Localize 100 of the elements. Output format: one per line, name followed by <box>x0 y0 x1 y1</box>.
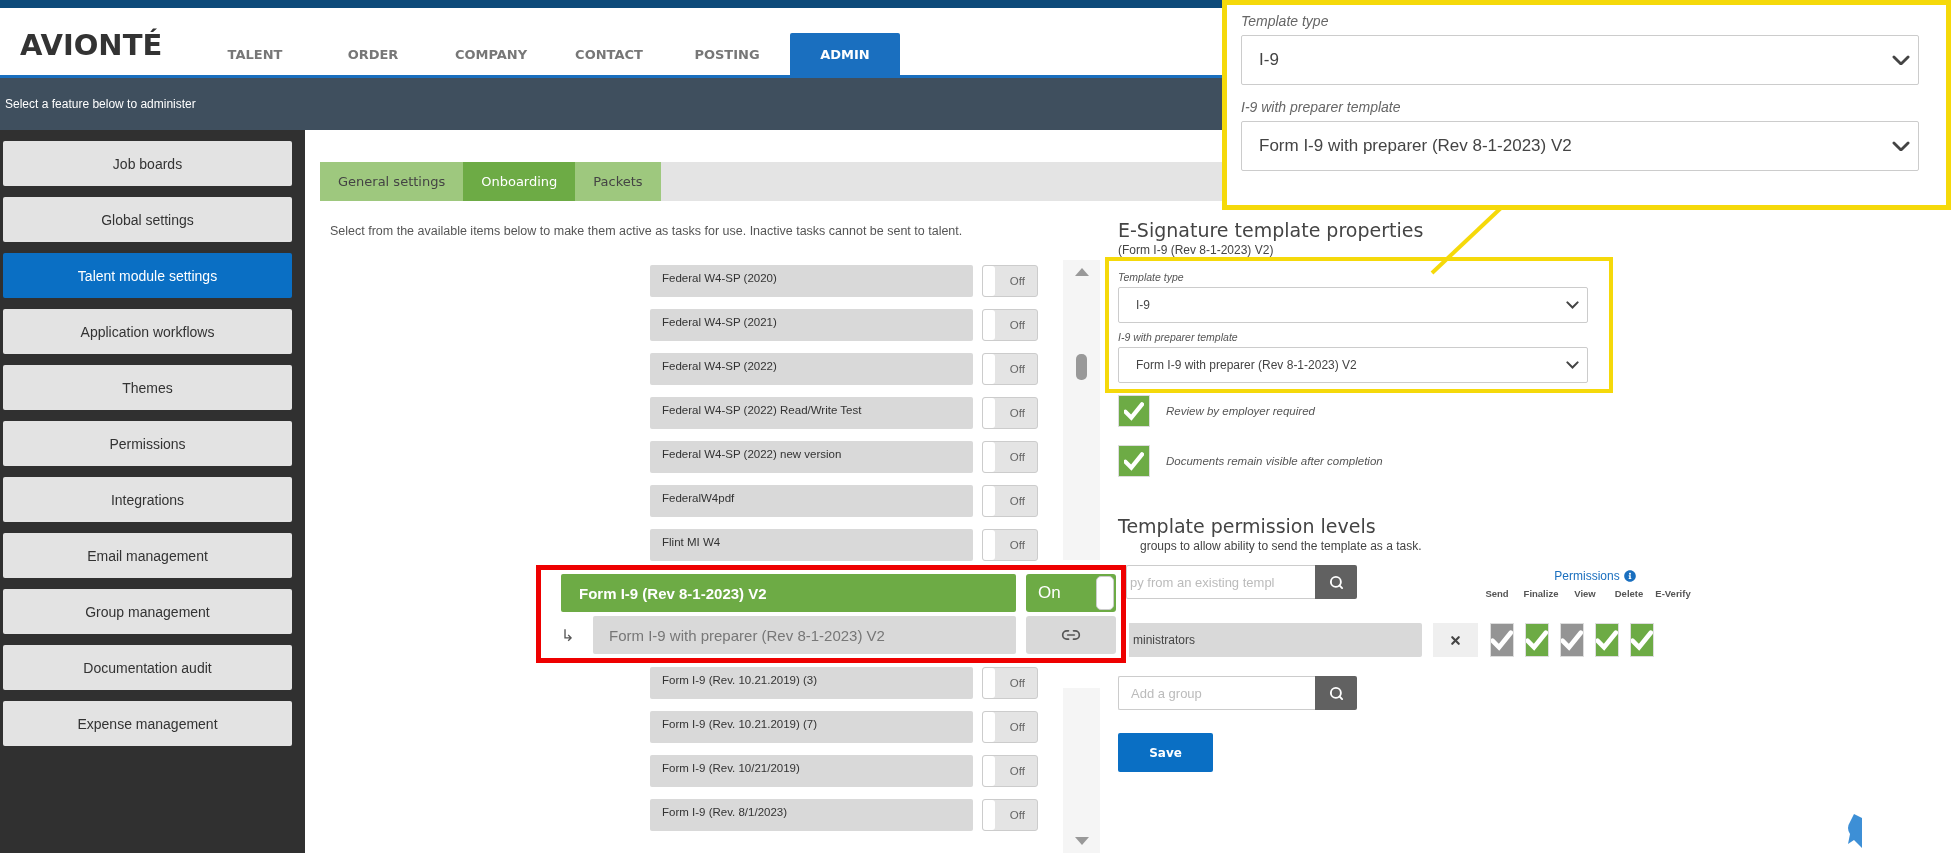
toggle-switch[interactable]: Off <box>982 711 1038 743</box>
chevron-down-icon <box>1892 140 1910 152</box>
check-icon <box>1631 629 1653 651</box>
subheader-text: Select a feature below to administer <box>5 97 196 111</box>
permission-checkbox[interactable] <box>1560 623 1584 657</box>
chevron-down-icon <box>1566 301 1579 309</box>
section-title: Template permission levels <box>1118 515 1377 537</box>
toggle-switch[interactable]: Off <box>982 485 1038 517</box>
toggle-switch[interactable]: Off <box>982 397 1038 429</box>
toggle-switch[interactable]: Off <box>982 309 1038 341</box>
link-button[interactable] <box>1026 616 1116 654</box>
scrollbar[interactable] <box>1063 260 1100 560</box>
group-name: ministrators <box>1129 623 1422 657</box>
tab[interactable]: Packets <box>575 162 661 201</box>
tab[interactable]: General settings <box>320 162 464 201</box>
checkbox-label: Documents remain visible after completion <box>1166 455 1383 467</box>
task-item[interactable]: Form I-9 (Rev. 10.21.2019) (7) <box>650 711 973 743</box>
check-icon <box>1124 451 1144 471</box>
mascot-icon <box>1846 814 1862 850</box>
column-label: View <box>1574 587 1596 599</box>
sidebar-item[interactable]: Documentation audit <box>3 645 292 690</box>
task-item[interactable]: FederalW4pdf <box>650 485 973 517</box>
nav-tab[interactable]: ADMIN <box>790 33 900 75</box>
scroll-up-icon[interactable] <box>1074 268 1089 276</box>
toggle-switch[interactable]: Off <box>982 755 1038 787</box>
sidebar-item[interactable]: Permissions <box>3 421 292 466</box>
task-item[interactable]: Federal W4-SP (2022) Read/Write Test <box>650 397 973 429</box>
field-label: I-9 with preparer template <box>1241 99 1402 115</box>
check-icon <box>1124 401 1144 421</box>
task-item[interactable]: Federal W4-SP (2020) <box>650 265 973 297</box>
instructions-text: Select from the available items below to make them active as tasks for use. Inactive tasks cannot be sent to talent. <box>329 223 964 240</box>
add-group-field[interactable]: Add a group <box>1118 676 1315 710</box>
field-label: Template type <box>1241 13 1330 29</box>
check-icon <box>1561 629 1583 651</box>
select-field[interactable]: I-9 <box>1241 35 1919 85</box>
check-icon <box>1526 629 1548 651</box>
scroll-thumb[interactable] <box>1076 354 1087 380</box>
check-icon <box>1491 629 1513 651</box>
checkbox-label: Review by employer required <box>1166 405 1315 417</box>
permission-checkbox[interactable] <box>1525 623 1549 657</box>
permission-checkbox[interactable] <box>1490 623 1514 657</box>
permission-checkbox[interactable] <box>1630 623 1654 657</box>
scrollbar-track[interactable] <box>1063 688 1100 853</box>
task-item[interactable]: Form I-9 (Rev. 10.21.2019) (3) <box>650 667 973 699</box>
toggle-switch[interactable]: Off <box>982 353 1038 385</box>
checkbox[interactable] <box>1118 445 1150 477</box>
field-label: Template type <box>1118 271 1185 283</box>
toggle-switch[interactable]: Off <box>982 529 1038 561</box>
description-text: groups to allow ability to send the template as a task. <box>1140 539 1423 553</box>
column-label: Finalize <box>1523 587 1559 599</box>
sidebar-item[interactable]: Group management <box>3 589 292 634</box>
toggle-switch[interactable]: Off <box>982 265 1038 297</box>
nav-tab[interactable]: TALENT <box>200 33 310 75</box>
task-item[interactable]: Form I-9 (Rev. 8/1/2023) <box>650 799 973 831</box>
search-button[interactable] <box>1315 565 1357 599</box>
search-icon <box>1328 574 1344 590</box>
sidebar-item[interactable]: Email management <box>3 533 292 578</box>
nav-tab[interactable]: COMPANY <box>436 33 546 75</box>
column-label: Delete <box>1614 587 1644 599</box>
task-item[interactable]: Federal W4-SP (2022) new version <box>650 441 973 473</box>
scroll-down-icon[interactable] <box>1074 837 1089 845</box>
sidebar-item[interactable]: Themes <box>3 365 292 410</box>
nav-tab[interactable]: ORDER <box>318 33 428 75</box>
sidebar-item[interactable]: Job boards <box>3 141 292 186</box>
sidebar-item[interactable]: Expense management <box>3 701 292 746</box>
nav-tab[interactable]: CONTACT <box>554 33 664 75</box>
sidebar-item[interactable]: Integrations <box>3 477 292 522</box>
task-item[interactable]: Federal W4-SP (2021) <box>650 309 973 341</box>
sidebar-item[interactable]: Talent module settings <box>3 253 292 298</box>
chevron-down-icon <box>1566 361 1579 369</box>
section-title: E-Signature template properties <box>1118 219 1425 241</box>
arrow-text: ↳ <box>561 625 575 645</box>
nav-tab[interactable]: POSTING <box>672 33 782 75</box>
select-field[interactable]: I-9 <box>1118 287 1588 323</box>
task-item[interactable]: Federal W4-SP (2022) <box>650 353 973 385</box>
template-search-field[interactable]: py from an existing templ <box>1126 565 1315 599</box>
logo: AVIONTÉ <box>19 27 164 62</box>
close-icon <box>1449 633 1462 647</box>
permission-checkbox[interactable] <box>1595 623 1619 657</box>
sidebar-item[interactable]: Global settings <box>3 197 292 242</box>
toggle-switch[interactable]: Off <box>982 441 1038 473</box>
section-subtitle: (Form I-9 (Rev 8-1-2023) V2) <box>1118 243 1275 257</box>
search-button[interactable] <box>1315 676 1357 710</box>
column-label: E-Verify <box>1655 587 1691 599</box>
select-field[interactable]: Form I-9 with preparer (Rev 8-1-2023) V2 <box>1118 347 1588 383</box>
check-icon <box>1596 629 1618 651</box>
sidebar-item[interactable]: Application workflows <box>3 309 292 354</box>
field-label: I-9 with preparer template <box>1118 331 1239 343</box>
toggle-switch[interactable]: Off <box>982 799 1038 831</box>
info-icon[interactable] <box>1623 570 1636 583</box>
select-field[interactable]: Form I-9 with preparer (Rev 8-1-2023) V2 <box>1241 121 1919 171</box>
column-label: Send <box>1485 587 1509 599</box>
task-item[interactable]: Form I-9 (Rev. 10/21/2019) <box>650 755 973 787</box>
chevron-down-icon <box>1892 54 1910 66</box>
search-icon <box>1328 685 1344 701</box>
checkbox[interactable] <box>1118 395 1150 427</box>
toggle-switch[interactable]: Off <box>982 667 1038 699</box>
task-item[interactable]: Flint MI W4 <box>650 529 973 561</box>
save-button[interactable]: Save <box>1118 733 1213 772</box>
remove-button[interactable] <box>1433 623 1478 657</box>
